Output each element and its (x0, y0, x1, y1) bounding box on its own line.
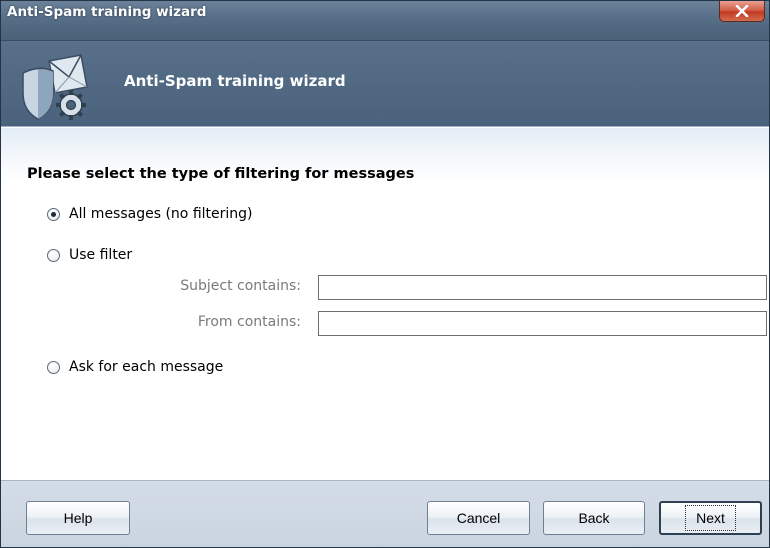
cancel-button-label: Cancel (456, 510, 501, 526)
back-button[interactable]: Back (543, 501, 645, 535)
wizard-content: Please select the type of filtering for … (1, 128, 769, 480)
help-button[interactable]: Help (26, 501, 130, 535)
option-use-filter[interactable]: Use filter (47, 246, 132, 264)
radio-all-messages[interactable] (47, 207, 60, 221)
page-heading: Please select the type of filtering for … (27, 166, 415, 182)
help-button-label: Help (63, 510, 93, 526)
radio-ask-each[interactable] (47, 360, 60, 374)
shield-envelope-gear-icon (22, 54, 88, 120)
option-ask-each-label: Ask for each message (69, 359, 224, 375)
title-bar[interactable]: Anti-Spam training wizard (1, 1, 769, 41)
next-button-label: Next (685, 505, 736, 531)
subject-contains-label: Subject contains: (180, 278, 301, 294)
header-banner: Anti-Spam training wizard (1, 41, 769, 127)
close-icon (735, 5, 749, 17)
back-button-label: Back (578, 510, 610, 526)
option-ask-each[interactable]: Ask for each message (47, 358, 223, 376)
wizard-window: Anti-Spam training wizard Anti-Spam trai… (0, 0, 770, 548)
option-all-messages[interactable]: All messages (no filtering) (47, 205, 253, 223)
next-button[interactable]: Next (659, 501, 762, 535)
radio-use-filter[interactable] (47, 248, 60, 262)
cancel-button[interactable]: Cancel (427, 501, 530, 535)
option-use-filter-label: Use filter (69, 247, 133, 263)
button-bar: Help Cancel Back Next (1, 480, 769, 547)
banner-title: Anti-Spam training wizard (124, 72, 346, 90)
close-button[interactable] (719, 1, 765, 22)
from-contains-input[interactable] (318, 311, 767, 336)
window-title: Anti-Spam training wizard (7, 4, 207, 20)
from-contains-label: From contains: (197, 314, 301, 330)
subject-contains-input[interactable] (318, 275, 767, 300)
option-all-messages-label: All messages (no filtering) (69, 206, 253, 222)
